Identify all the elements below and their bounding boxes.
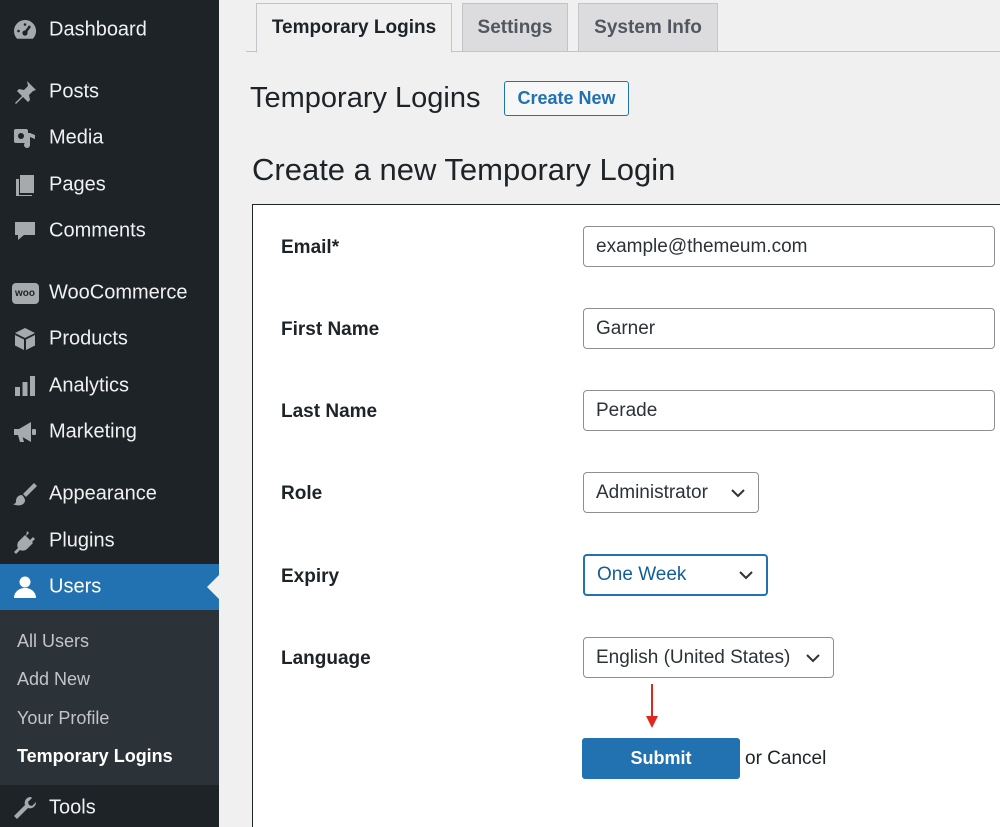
menu-label: Users [49, 575, 102, 598]
woo-icon: woo [11, 279, 39, 307]
menu-item-dashboard[interactable]: Dashboard [0, 7, 219, 53]
annotation-arrow-icon [646, 684, 658, 728]
chevron-down-icon [739, 571, 753, 580]
menu-item-media[interactable]: Media [0, 115, 219, 161]
menu-label: WooCommerce [49, 281, 188, 304]
users-submenu: All Users Add New Your Profile Temporary… [0, 610, 219, 785]
role-select[interactable]: Administrator [583, 472, 759, 513]
tab-temporary-logins[interactable]: Temporary Logins [256, 3, 452, 53]
email-label: Email* [281, 237, 340, 258]
user-icon [11, 573, 39, 601]
expiry-select[interactable]: One Week [583, 554, 768, 596]
comment-icon [11, 217, 39, 245]
menu-label: Marketing [49, 420, 137, 443]
menu-label: Pages [49, 173, 106, 196]
menu-label: Posts [49, 80, 100, 103]
bar-chart-icon [11, 372, 39, 400]
menu-item-marketing[interactable]: Marketing [0, 409, 219, 455]
pin-icon [11, 78, 39, 106]
email-field[interactable] [583, 226, 995, 267]
menu-item-appearance[interactable]: Appearance [0, 471, 219, 517]
chevron-down-icon [731, 488, 745, 497]
create-new-button[interactable]: Create New [504, 81, 629, 116]
menu-label: Plugins [49, 529, 115, 552]
role-select-value: Administrator [596, 481, 708, 503]
paintbrush-icon [11, 480, 39, 508]
menu-label: Appearance [49, 482, 157, 505]
menu-label: Comments [49, 219, 146, 242]
menu-item-analytics[interactable]: Analytics [0, 363, 219, 409]
language-select-value: English (United States) [596, 646, 791, 668]
pages-icon [11, 171, 39, 199]
menu-label: Products [49, 327, 128, 350]
language-label: Language [281, 648, 371, 669]
tab-system-info[interactable]: System Info [578, 3, 718, 52]
menu-item-posts[interactable]: Posts [0, 69, 219, 115]
media-icon [11, 124, 39, 152]
first-name-label: First Name [281, 319, 380, 340]
megaphone-icon [11, 418, 39, 446]
form-panel [252, 204, 1000, 827]
menu-item-plugins[interactable]: Plugins [0, 518, 219, 564]
submenu-item-temporary-logins[interactable]: Temporary Logins [17, 746, 173, 767]
menu-label: Analytics [49, 374, 130, 397]
chevron-down-icon [806, 653, 820, 662]
wrench-icon [11, 794, 39, 822]
box-icon [11, 325, 39, 353]
submenu-item-add-new[interactable]: Add New [17, 669, 90, 690]
dashboard-icon [11, 16, 39, 44]
menu-item-comments[interactable]: Comments [0, 208, 219, 254]
tab-settings[interactable]: Settings [462, 3, 568, 52]
submenu-item-all-users[interactable]: All Users [17, 631, 89, 652]
menu-label: Dashboard [49, 18, 147, 41]
last-name-field[interactable] [583, 390, 995, 431]
woo-icon-text: woo [11, 282, 39, 304]
menu-item-tools[interactable]: Tools [0, 785, 219, 827]
plug-icon [11, 527, 39, 555]
menu-item-pages[interactable]: Pages [0, 162, 219, 208]
submenu-item-your-profile[interactable]: Your Profile [17, 708, 109, 729]
page-title: Temporary Logins [250, 82, 481, 114]
expiry-select-value: One Week [597, 564, 687, 585]
cancel-link[interactable]: or Cancel [745, 748, 826, 770]
nav-tab-wrapper: Temporary Logins Settings System Info [246, 0, 1000, 53]
menu-item-woocommerce[interactable]: woo WooCommerce [0, 270, 219, 316]
form-title: Create a new Temporary Login [252, 152, 676, 187]
menu-label: Tools [49, 796, 96, 819]
submit-button[interactable]: Submit [582, 738, 740, 779]
language-select[interactable]: English (United States) [583, 637, 834, 678]
expiry-label: Expiry [281, 566, 340, 587]
role-label: Role [281, 483, 323, 504]
menu-item-users[interactable]: Users [0, 564, 219, 610]
last-name-label: Last Name [281, 401, 378, 422]
admin-sidebar: Dashboard Posts Media Pages Comments woo… [0, 0, 219, 827]
menu-label: Media [49, 126, 104, 149]
menu-item-products[interactable]: Products [0, 316, 219, 362]
first-name-field[interactable] [583, 308, 995, 349]
